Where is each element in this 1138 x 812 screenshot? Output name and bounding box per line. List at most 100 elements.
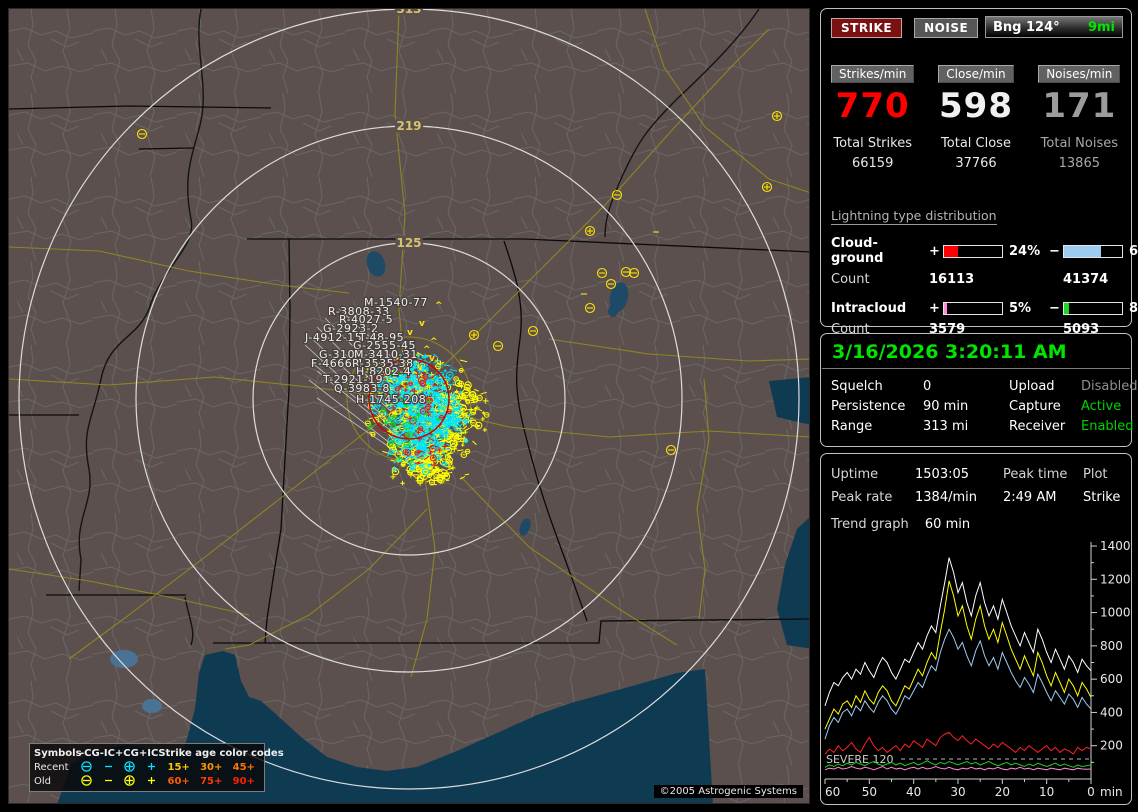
session-trend-panel: Uptime 1503:05 Peak time Plot Peak rate … <box>820 453 1132 805</box>
peak-rate-label: Peak rate <box>831 486 915 509</box>
total-strikes-label: Total Strikes <box>821 136 924 151</box>
cg-plus-bar <box>943 245 1003 258</box>
x-axis-tick-label: 10 <box>1039 785 1054 799</box>
range-ring-label: 125 <box>396 236 421 250</box>
cloud-ground-label: Cloud-ground <box>831 236 929 266</box>
session-grid: Uptime 1503:05 Peak time Plot Peak rate … <box>821 454 1131 509</box>
neg-ic-icon <box>102 760 115 773</box>
noises-per-min-badge: Noises/min <box>1038 65 1120 83</box>
pos-ic-icon <box>145 774 158 787</box>
cg-minus-bar <box>1063 245 1123 258</box>
storm-cell-label[interactable]: H-1745-208 <box>356 393 426 406</box>
symbol-legend: Symbols -CG -IC +CG +IC Strike age color… <box>29 743 265 792</box>
ic-minus-bar <box>1063 302 1123 315</box>
nexstorm-window: 125219313 M-1540-77R-3808-33R-4027-5G-29… <box>0 0 1138 812</box>
strikes-per-min-value: 770 <box>821 86 924 126</box>
intracloud-row: Intracloud + 5% − 8% <box>831 301 1123 316</box>
peak-time-label: Peak time <box>1003 463 1083 486</box>
noises-per-min-value: 171 <box>1028 86 1131 126</box>
receiver-value: Enabled <box>1081 417 1137 437</box>
capture-value: Active <box>1081 397 1137 417</box>
x-axis-unit-label: min <box>1100 785 1123 799</box>
close-column: Close/min 598 Total Close 37766 <box>924 63 1027 171</box>
uptime-label: Uptime <box>831 463 915 486</box>
range-label: Range <box>831 417 923 437</box>
squelch-label: Squelch <box>831 377 923 397</box>
x-axis-tick-label: 50 <box>862 785 877 799</box>
upload-label: Upload <box>1009 377 1081 397</box>
neg-ic-icon <box>102 774 115 787</box>
storm-motion-tick: v <box>419 319 425 329</box>
noise-toggle-button[interactable]: NOISE <box>914 18 978 38</box>
count-label: Count <box>831 272 929 287</box>
x-axis-tick-label: 60 <box>825 785 840 799</box>
plot-value[interactable]: Strike <box>1083 486 1131 509</box>
trend-series-strikes-blue <box>825 629 1091 739</box>
lightning-map[interactable]: 125219313 M-1540-77R-3808-33R-4027-5G-29… <box>8 8 810 804</box>
storm-motion-tick: ^ <box>435 301 443 311</box>
status-grid: Squelch 0 Upload Disabled Persistence 90… <box>821 369 1131 437</box>
legend-header-pcg: +CG <box>115 747 139 760</box>
neg-cg-icon <box>80 774 93 787</box>
map-canvas: 125219313 M-1540-77R-3808-33R-4027-5G-29… <box>9 9 810 804</box>
storm-motion-tick: ^ <box>430 337 438 347</box>
trend-series-rate-pink <box>825 767 1091 770</box>
squelch-value: 0 <box>923 377 1009 397</box>
cg-plus-count: 16113 <box>929 272 1063 287</box>
y-axis-tick-label: 1000 <box>1100 606 1131 620</box>
noises-column: Noises/min 171 Total Noises 13865 <box>1028 63 1131 171</box>
trend-series-strikes-yellow <box>825 581 1091 729</box>
legend-header-nic: -IC <box>100 747 115 760</box>
receiver-label: Receiver <box>1009 417 1081 437</box>
x-axis-tick-label: 20 <box>995 785 1010 799</box>
y-axis-tick-label: 600 <box>1100 672 1123 686</box>
storm-motion-tick: v <box>407 328 413 338</box>
total-close-label: Total Close <box>924 136 1027 151</box>
receiver-status-panel: 3/16/2026 3:20:11 AM Squelch 0 Upload Di… <box>820 333 1132 447</box>
cg-plus-pct: 24% <box>1003 244 1049 259</box>
peak-time-value: 2:49 AM <box>1003 486 1083 509</box>
close-per-min-value: 598 <box>924 86 1027 126</box>
lightning-type-distribution: Lightning type distribution Cloud-ground… <box>831 205 1123 351</box>
legend-age-class-label: Old <box>34 775 76 788</box>
peak-rate-value: 1384/min <box>915 486 1003 509</box>
cloud-ground-counts: Count 16113 41374 <box>831 272 1123 287</box>
strike-toggle-button[interactable]: STRIKE <box>831 18 902 38</box>
plus-sign: + <box>929 244 943 259</box>
total-noises-label: Total Noises <box>1028 136 1131 151</box>
ic-minus-pct: 8% <box>1123 301 1138 316</box>
minus-sign: − <box>1049 301 1063 316</box>
distribution-title: Lightning type distribution <box>831 208 997 225</box>
x-axis-tick-label: 40 <box>906 785 921 799</box>
trend-window-value: 60 min <box>925 517 970 532</box>
trend-series-noises-red <box>825 732 1091 754</box>
plus-sign: + <box>929 301 943 316</box>
y-axis-tick-label: 1200 <box>1100 572 1131 586</box>
legend-age-class-label: Recent <box>34 761 76 774</box>
total-noises-value: 13865 <box>1028 156 1131 171</box>
trend-graph-header: Trend graph 60 min <box>821 509 1131 532</box>
intracloud-label: Intracloud <box>831 301 929 316</box>
legend-header-symbols: Symbols <box>34 747 80 760</box>
legend-header-ages: Strike age color codes <box>158 747 283 760</box>
legend-age-code: 45+ <box>227 761 260 774</box>
total-close-value: 37766 <box>924 156 1027 171</box>
strikes-column: Strikes/min 770 Total Strikes 66159 <box>821 63 924 171</box>
legend-age-code: 15+ <box>162 761 195 774</box>
ic-plus-bar <box>943 302 1003 315</box>
range-ring-label: 313 <box>396 9 421 16</box>
trend-graph-label: Trend graph <box>831 517 909 532</box>
trend-series-strikes-white <box>825 558 1091 706</box>
cg-minus-pct: 63% <box>1123 244 1138 259</box>
y-axis-tick-label: 800 <box>1100 639 1123 653</box>
total-strikes-value: 66159 <box>821 156 924 171</box>
range-ring-label: 219 <box>396 119 421 133</box>
copyright-text: ©2005 Astrogenic Systems <box>654 785 803 798</box>
y-axis-tick-label: 1400 <box>1100 539 1131 553</box>
persistence-value: 90 min <box>923 397 1009 417</box>
cloud-ground-row: Cloud-ground + 24% − 63% <box>831 236 1123 266</box>
x-axis-tick-label: 30 <box>950 785 965 799</box>
capture-label: Capture <box>1009 397 1081 417</box>
bearing-label: Bng 124° <box>993 20 1060 35</box>
pos-cg-icon <box>123 760 136 773</box>
